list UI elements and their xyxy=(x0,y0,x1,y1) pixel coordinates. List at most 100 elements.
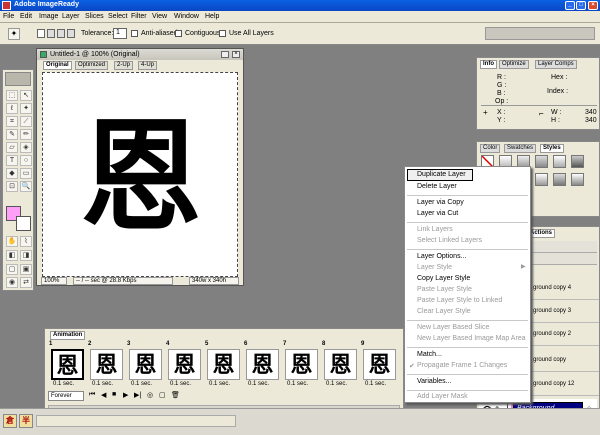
magic-wand-icon[interactable]: ✦ xyxy=(8,28,20,40)
animation-frame[interactable]: 8 恩 0.1 sec. xyxy=(321,341,359,389)
menu-layer-options[interactable]: Layer Options... xyxy=(417,253,466,260)
next-frame-icon[interactable]: ▶| xyxy=(134,391,141,399)
animation-frame[interactable]: 7 恩 0.1 sec. xyxy=(282,341,320,389)
menu-layer[interactable]: Layer xyxy=(62,13,80,20)
menu-slices[interactable]: Slices xyxy=(85,13,104,20)
style-swatch[interactable] xyxy=(571,155,584,168)
menu-layer-via-copy[interactable]: Layer via Copy xyxy=(417,199,464,206)
toggle-slices-icon[interactable]: ◧ xyxy=(6,250,18,261)
style-swatch[interactable] xyxy=(553,155,566,168)
tab-original[interactable]: Original xyxy=(43,61,72,70)
selection-intersect-icon[interactable] xyxy=(67,29,75,38)
contiguous-checkbox[interactable] xyxy=(175,30,182,37)
animation-frame[interactable]: 1 恩 0.1 sec. xyxy=(48,341,86,389)
zoom-icon[interactable]: 🔍 xyxy=(20,181,32,192)
pencil-icon[interactable]: ✏ xyxy=(20,129,32,140)
tab-actions[interactable]: Actions xyxy=(527,229,556,238)
image-size[interactable]: 340w x 340h xyxy=(189,277,239,285)
tolerance-input[interactable]: 1 xyxy=(113,28,127,39)
tab-2-up[interactable]: 2-Up xyxy=(114,61,134,70)
menu-match[interactable]: Match... xyxy=(417,351,442,358)
menu-file[interactable]: File xyxy=(3,13,14,20)
tab-optimized[interactable]: Optimized xyxy=(75,61,109,70)
palette-well[interactable] xyxy=(485,27,595,40)
selection-add-icon[interactable] xyxy=(47,29,55,38)
tab-info[interactable]: Info xyxy=(480,60,497,69)
eyedropper-icon[interactable]: ⌇ xyxy=(20,236,32,247)
anti-aliased-checkbox[interactable] xyxy=(131,30,138,37)
screen-mode-full-icon[interactable]: ▣ xyxy=(20,264,32,275)
eraser-icon[interactable]: ▱ xyxy=(6,142,18,153)
close-button[interactable]: × xyxy=(588,1,598,10)
menu-select[interactable]: Select xyxy=(108,13,127,20)
menu-filter[interactable]: Filter xyxy=(131,13,147,20)
tab-swatches[interactable]: Swatches xyxy=(504,144,537,153)
menu-view[interactable]: View xyxy=(152,13,167,20)
style-swatch[interactable] xyxy=(535,155,548,168)
tab-layer-comps[interactable]: Layer Comps xyxy=(535,60,577,69)
type-tool-icon[interactable]: T xyxy=(6,155,18,166)
tab-color[interactable]: Color xyxy=(480,144,501,153)
selection-new-icon[interactable] xyxy=(37,29,45,38)
animation-frame[interactable]: 6 恩 0.1 sec. xyxy=(243,341,281,389)
jump-to-photoshop-icon[interactable]: ⇄ xyxy=(20,277,32,288)
delete-frame-icon[interactable]: 🗑 xyxy=(171,391,180,399)
imageready-logo[interactable] xyxy=(5,72,31,86)
shape-icon[interactable]: ▭ xyxy=(20,168,32,179)
brush-icon[interactable]: ✎ xyxy=(6,129,18,140)
ime-half-width[interactable]: 半 xyxy=(19,414,33,428)
menu-delete-layer[interactable]: Delete Layer xyxy=(417,183,457,190)
toggle-image-map-icon[interactable]: ◨ xyxy=(20,250,32,261)
paint-bucket-icon[interactable]: ◈ xyxy=(20,142,32,153)
animation-frame[interactable]: 9 恩 0.1 sec. xyxy=(360,341,398,389)
tab-animation[interactable]: Animation xyxy=(50,331,86,340)
menu-copy-layer-style[interactable]: Copy Layer Style xyxy=(417,275,470,282)
menu-duplicate-layer[interactable]: Duplicate Layer xyxy=(417,171,466,178)
background-color-swatch[interactable] xyxy=(16,216,31,231)
first-frame-icon[interactable]: ⏮ xyxy=(89,391,95,399)
slice-icon[interactable]: ⟋ xyxy=(20,116,32,127)
menu-image[interactable]: Image xyxy=(39,13,58,20)
rectangle-marquee-icon[interactable]: ⬚ xyxy=(6,90,18,101)
animation-frame[interactable]: 3 恩 0.1 sec. xyxy=(126,341,164,389)
image-canvas[interactable]: 恩 xyxy=(42,72,238,277)
crop-icon[interactable]: ⌗ xyxy=(6,116,18,127)
screen-mode-standard-icon[interactable]: ▢ xyxy=(6,264,18,275)
animation-frame[interactable]: 4 恩 0.1 sec. xyxy=(165,341,203,389)
menu-variables[interactable]: Variables... xyxy=(417,378,452,385)
menu-layer-via-cut[interactable]: Layer via Cut xyxy=(417,210,458,217)
magic-wand-tool-icon[interactable]: ✦ xyxy=(20,103,32,114)
menu-edit[interactable]: Edit xyxy=(20,13,32,20)
document-title-bar[interactable]: Untitled-1 @ 100% (Original) × xyxy=(37,49,243,60)
new-frame-icon[interactable]: ▢ xyxy=(159,391,166,399)
hand-icon[interactable]: ✋ xyxy=(6,236,18,247)
rect-select-icon[interactable]: ⊡ xyxy=(6,181,18,192)
tab-4-up[interactable]: 4-Up xyxy=(138,61,158,70)
lasso-icon[interactable]: ℓ xyxy=(6,103,18,114)
prev-frame-icon[interactable]: ◀ xyxy=(101,391,106,399)
tween-icon[interactable]: ◎ xyxy=(147,391,153,399)
tab-optimize[interactable]: Optimize xyxy=(499,60,529,69)
animation-frame[interactable]: 5 恩 0.1 sec. xyxy=(204,341,242,389)
animation-frame[interactable]: 2 恩 0.1 sec. xyxy=(87,341,125,389)
blur-icon[interactable]: ◆ xyxy=(6,168,18,179)
tab-styles[interactable]: Styles xyxy=(540,144,564,153)
style-swatch[interactable] xyxy=(571,173,584,186)
menu-window[interactable]: Window xyxy=(174,13,199,20)
minimize-button[interactable]: _ xyxy=(565,1,575,10)
ime-input-method[interactable]: 倉 xyxy=(3,414,17,428)
loop-select[interactable]: Forever xyxy=(48,391,84,401)
style-swatch[interactable] xyxy=(535,173,548,186)
maximize-button[interactable]: □ xyxy=(576,1,586,10)
stop-icon[interactable]: ■ xyxy=(112,391,116,398)
selection-subtract-icon[interactable] xyxy=(57,29,65,38)
ellipse-icon[interactable]: ○ xyxy=(20,155,32,166)
zoom-level[interactable]: 100% xyxy=(41,277,67,285)
move-tool-icon[interactable]: ↖ xyxy=(20,90,32,101)
use-all-layers-checkbox[interactable] xyxy=(219,30,226,37)
style-swatch[interactable] xyxy=(553,173,566,186)
menu-help[interactable]: Help xyxy=(205,13,219,20)
document-close-button[interactable]: × xyxy=(232,51,240,58)
preview-browser-icon[interactable]: ◉ xyxy=(6,277,18,288)
download-time[interactable]: -- / -- sec @ 28.8 Kbps xyxy=(73,277,173,285)
